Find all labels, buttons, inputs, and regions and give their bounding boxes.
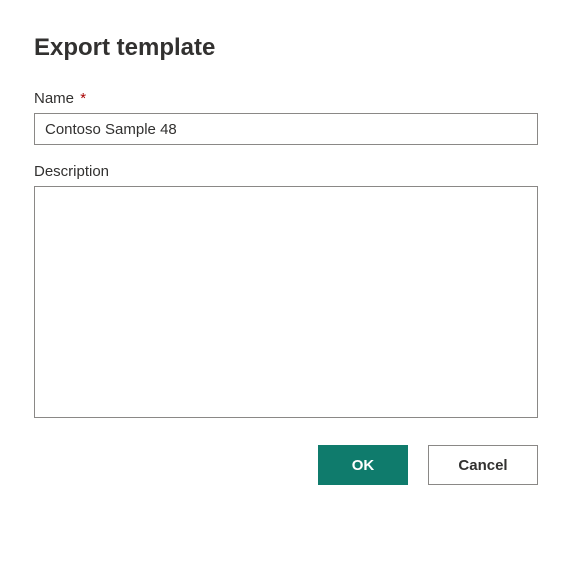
dialog-title: Export template (34, 34, 538, 62)
button-row: OK Cancel (34, 445, 538, 485)
name-field-group: Name * (34, 90, 538, 145)
name-label-text: Name (34, 90, 74, 107)
description-input[interactable] (34, 186, 538, 418)
description-field-group: Description (34, 163, 538, 423)
name-input[interactable] (34, 113, 538, 145)
required-asterisk-icon: * (80, 90, 86, 107)
description-label: Description (34, 163, 538, 180)
name-label: Name * (34, 90, 538, 107)
cancel-button[interactable]: Cancel (428, 445, 538, 485)
ok-button[interactable]: OK (318, 445, 408, 485)
